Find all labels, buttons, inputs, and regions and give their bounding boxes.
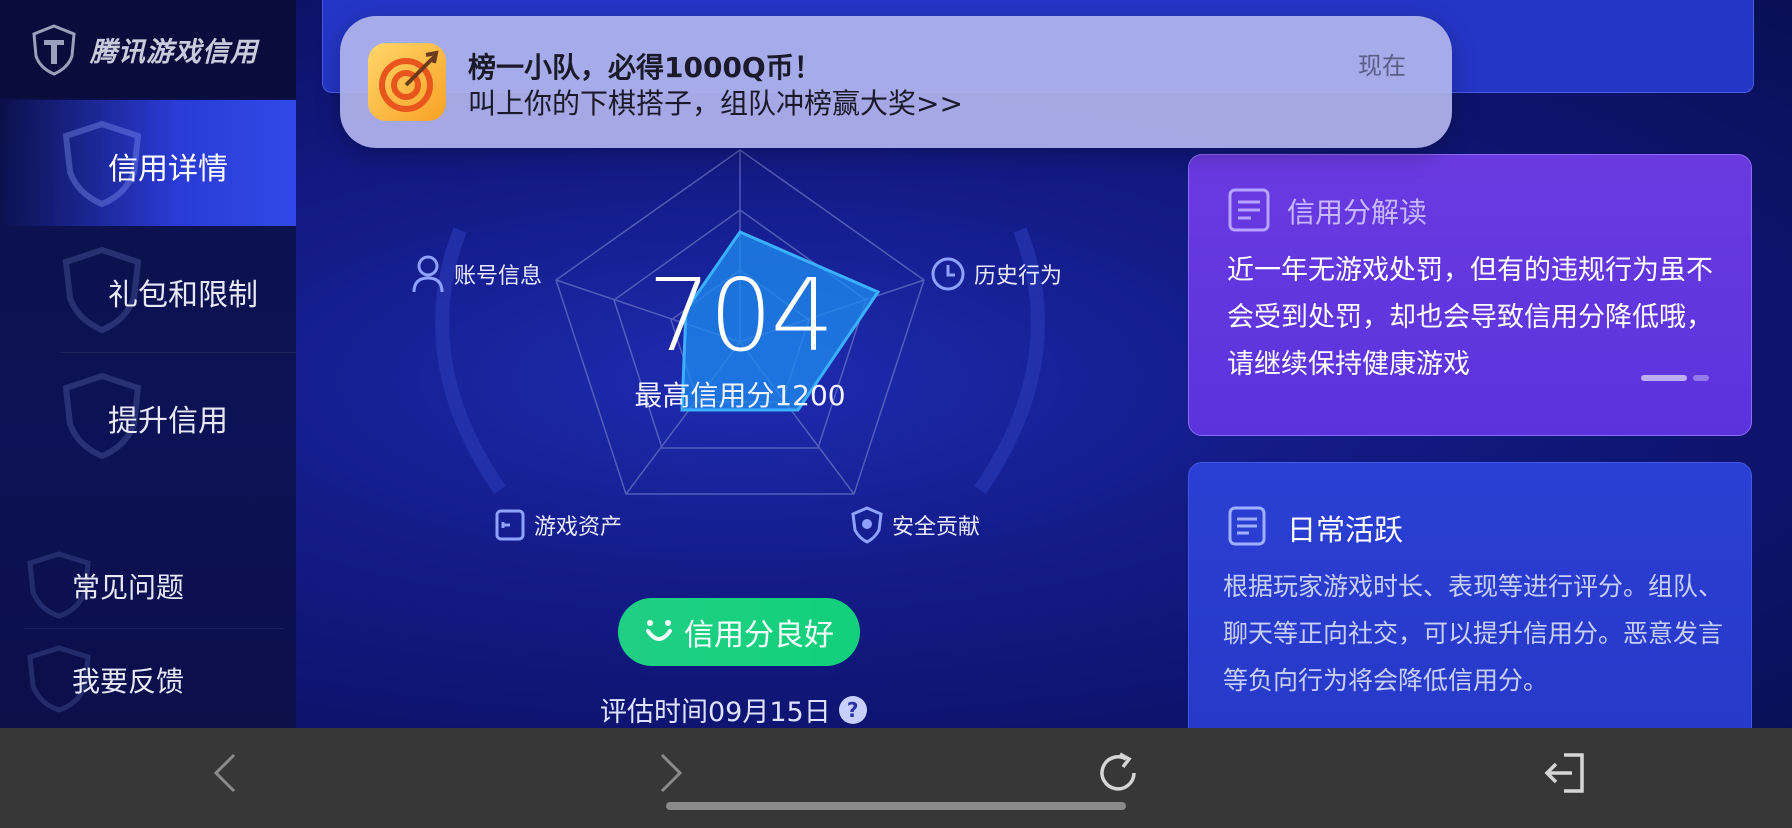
- carousel-dot[interactable]: [1693, 375, 1709, 381]
- axis-label-text: 游戏资产: [534, 515, 623, 540]
- sidebar-item-label: 我要反馈: [72, 665, 185, 698]
- smile-icon: [646, 620, 672, 641]
- carousel-dot-active[interactable]: [1641, 375, 1687, 381]
- axis-history: 历史行为: [930, 256, 1062, 292]
- forward-icon: [660, 753, 683, 793]
- push-notification[interactable]: 榜一小队，必得1000Q币！ 叫上你的下棋搭子，组队冲榜赢大奖>> 现在: [340, 16, 1452, 148]
- home-indicator[interactable]: [666, 802, 1126, 810]
- divider: [24, 628, 284, 629]
- wallet-icon: [495, 509, 525, 541]
- sidebar-item-feedback[interactable]: 我要反馈: [0, 634, 296, 724]
- refresh-button[interactable]: [1094, 748, 1144, 798]
- axis-account-info: 账号信息: [410, 254, 542, 294]
- sidebar-item-credit-detail[interactable]: 信用详情: [0, 100, 296, 226]
- browser-toolbar: [0, 728, 1792, 828]
- evaluation-time-text: 评估时间09月15日: [600, 697, 831, 728]
- card-body: 近一年无游戏处罚，但有的违规行为虽不会受到处罚，却也会导致信用分降低哦，请继续保…: [1227, 255, 1713, 380]
- axis-game-assets: 游戏资产: [494, 508, 622, 542]
- sidebar-item-improve-credit[interactable]: 提升信用: [0, 352, 296, 478]
- help-icon[interactable]: ?: [838, 695, 867, 724]
- app-icon: [368, 43, 446, 121]
- app-screen: 腾讯游戏信用 信用详情 礼包和限制 提升信用 常见问题 我要反馈 账号信息 历史…: [0, 0, 1792, 728]
- credit-status-badge[interactable]: 信用分良好: [618, 598, 860, 666]
- card-body: 根据玩家游戏时长、表现等进行评分。组队、聊天等正向社交，可以提升信用分。恶意发言…: [1223, 572, 1724, 695]
- target-arrow-icon: [379, 50, 439, 112]
- logo-text: 腾讯游戏信用: [90, 37, 258, 68]
- sidebar-item-faq[interactable]: 常见问题: [0, 540, 296, 630]
- axis-label-text: 安全贡献: [892, 515, 981, 540]
- exit-icon: [1544, 753, 1584, 793]
- refresh-icon: [1100, 752, 1136, 791]
- user-icon: [412, 255, 444, 293]
- notification-time: 现在: [1358, 52, 1406, 80]
- sidebar-item-gifts-limits[interactable]: 礼包和限制: [0, 226, 296, 352]
- evaluation-time: 评估时间09月15日 ?: [600, 690, 880, 728]
- sidebar-item-label: 信用详情: [108, 152, 228, 187]
- shield-logo-icon: [32, 24, 76, 76]
- notification-text: 叫上你的下棋搭子，组队冲榜赢大奖>>: [468, 87, 963, 120]
- daily-activity-card: 日常活跃 根据玩家游戏时长、表现等进行评分。组队、聊天等正向社交，可以提升信用分…: [1188, 462, 1752, 728]
- axis-label-text: 历史行为: [974, 264, 1063, 289]
- status-label: 信用分良好: [684, 618, 834, 653]
- logo: 腾讯游戏信用: [0, 0, 296, 98]
- axis-security: 安全贡献: [850, 506, 980, 544]
- sidebar-item-label: 常见问题: [72, 571, 185, 604]
- axis-label-text: 账号信息: [454, 264, 543, 289]
- card-title: 信用分解读: [1287, 196, 1428, 229]
- document-icon: [1228, 506, 1266, 546]
- document-icon: [1228, 188, 1270, 232]
- forward-button[interactable]: [646, 748, 696, 798]
- back-button[interactable]: [200, 748, 250, 798]
- credit-score: 704: [647, 257, 835, 374]
- sidebar: 腾讯游戏信用 信用详情 礼包和限制 提升信用 常见问题 我要反馈: [0, 0, 296, 728]
- back-icon: [213, 753, 236, 793]
- clock-icon: [931, 257, 965, 291]
- security-shield-icon: [851, 506, 883, 544]
- card-title: 日常活跃: [1287, 513, 1404, 547]
- exit-button[interactable]: [1540, 748, 1590, 798]
- score-interpretation-card: 信用分解读 近一年无游戏处罚，但有的违规行为虽不会受到处罚，却也会导致信用分降低…: [1188, 154, 1752, 436]
- carousel-dots[interactable]: [1641, 375, 1709, 381]
- sidebar-item-label: 提升信用: [108, 404, 228, 439]
- max-score-label: 最高信用分1200: [634, 379, 846, 412]
- sidebar-item-label: 礼包和限制: [108, 278, 258, 313]
- notification-title: 榜一小队，必得1000Q币！: [468, 51, 822, 84]
